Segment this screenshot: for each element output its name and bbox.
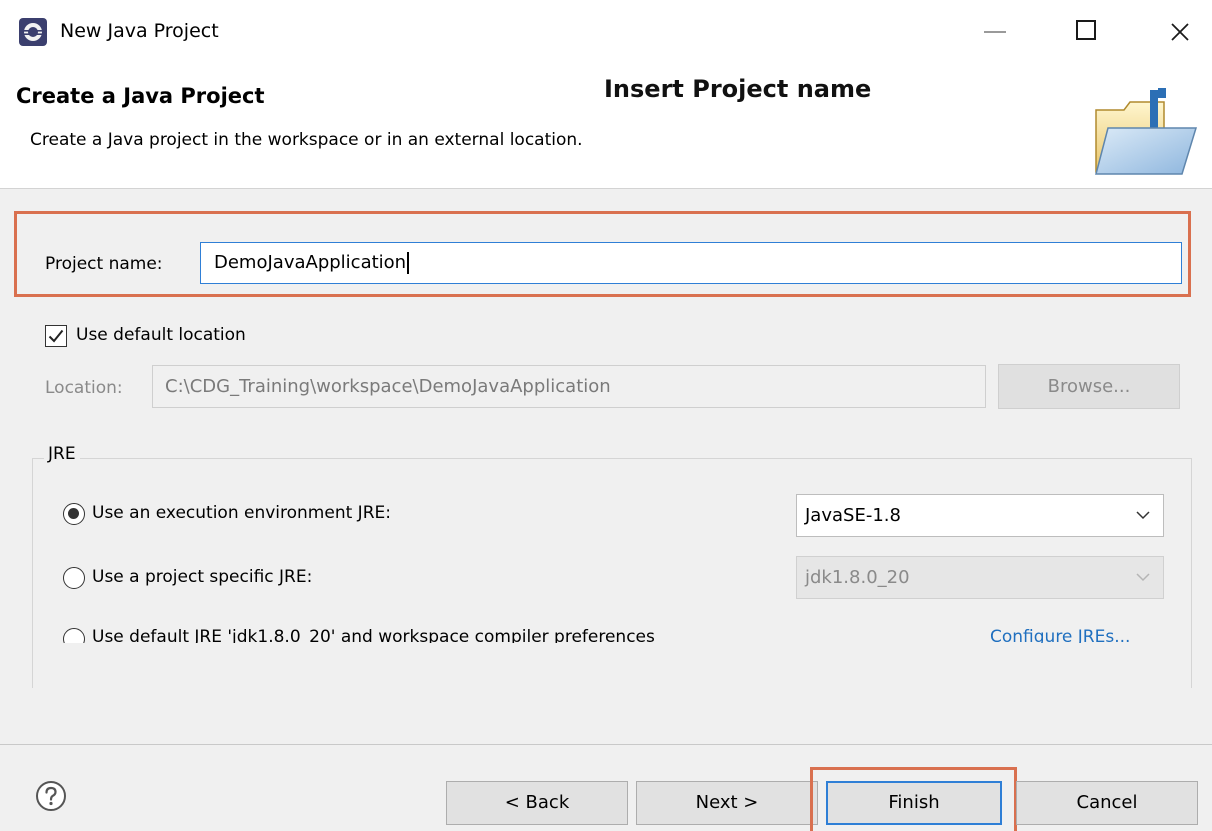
chevron-down-icon xyxy=(1136,573,1150,582)
java-folder-icon xyxy=(1095,88,1198,175)
maximize-button[interactable] xyxy=(1076,20,1096,40)
execution-environment-label: Use an execution environment JRE: xyxy=(92,503,391,523)
project-specific-jre-value: jdk1.8.0_20 xyxy=(805,567,910,588)
finish-highlight xyxy=(810,767,1017,831)
page-title: Create a Java Project xyxy=(16,84,265,108)
jre-options: Use an execution environment JRE: JavaSE… xyxy=(33,459,1191,643)
project-specific-jre-radio[interactable] xyxy=(63,567,85,589)
execution-environment-value: JavaSE-1.8 xyxy=(805,505,901,526)
cancel-button[interactable]: Cancel xyxy=(1016,781,1198,825)
execution-environment-select[interactable]: JavaSE-1.8 xyxy=(796,494,1164,537)
text-caret xyxy=(407,252,410,274)
chevron-down-icon xyxy=(1136,511,1150,520)
minimize-button[interactable] xyxy=(984,31,1006,33)
location-label: Location: xyxy=(45,378,123,398)
page-description: Create a Java project in the workspace o… xyxy=(30,130,583,150)
back-button[interactable]: < Back xyxy=(446,781,628,825)
checkmark-icon xyxy=(48,329,64,343)
default-jre-radio[interactable] xyxy=(63,628,85,643)
default-jre-label: Use default JRE 'jdk1.8.0_20' and worksp… xyxy=(92,627,655,643)
window-title: New Java Project xyxy=(60,20,219,42)
project-specific-jre-label: Use a project specific JRE: xyxy=(92,567,313,587)
browse-button: Browse... xyxy=(998,364,1180,409)
help-icon[interactable] xyxy=(35,780,67,812)
use-default-location-label: Use default location xyxy=(76,325,246,345)
project-name-value: DemoJavaApplication xyxy=(214,252,407,273)
annotation-text: Insert Project name xyxy=(604,75,872,103)
project-name-input[interactable]: DemoJavaApplication xyxy=(200,242,1182,284)
close-icon[interactable] xyxy=(1162,12,1198,52)
configure-jres-link[interactable]: Configure JREs... xyxy=(990,623,1130,643)
execution-environment-radio[interactable] xyxy=(63,503,85,525)
eclipse-app-icon xyxy=(19,18,47,46)
location-input: C:\CDG_Training\workspace\DemoJavaApplic… xyxy=(152,365,986,408)
next-button[interactable]: Next > xyxy=(636,781,818,825)
project-specific-jre-select: jdk1.8.0_20 xyxy=(796,556,1164,599)
project-name-label: Project name: xyxy=(45,254,163,274)
use-default-location-checkbox[interactable] xyxy=(45,325,67,347)
